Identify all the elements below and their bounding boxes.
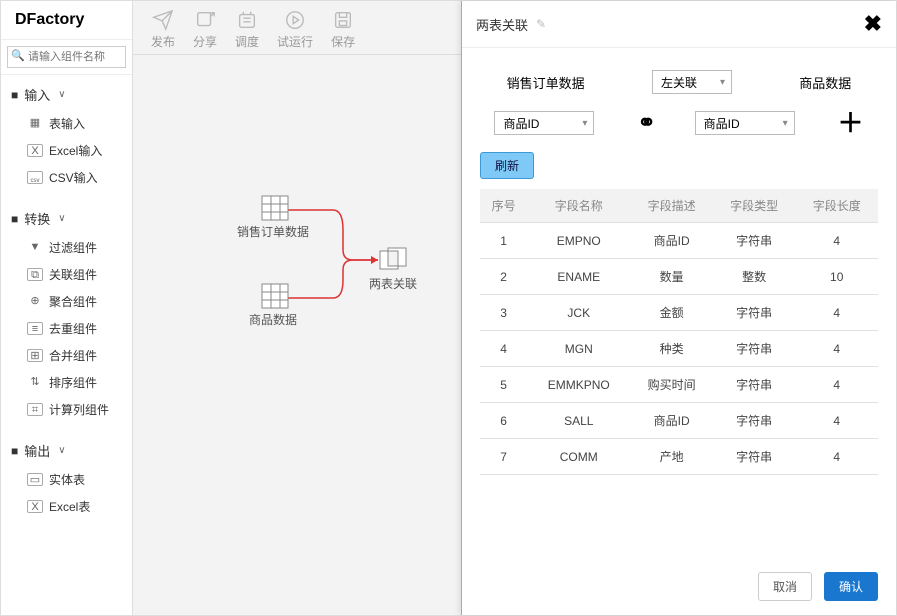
- agg-icon: ⊕: [27, 295, 43, 308]
- share-button[interactable]: 分享: [193, 9, 217, 50]
- union-icon: ⊞: [27, 349, 43, 362]
- chevron-down-icon: ∨: [58, 89, 65, 100]
- excel-icon: X: [27, 500, 43, 513]
- grid-icon: ▦: [27, 117, 43, 130]
- csv-icon: csv: [27, 171, 43, 184]
- table-row[interactable]: 7COMM产地字符串4: [480, 439, 878, 475]
- group-output[interactable]: ■ 输出 ∨: [1, 435, 132, 466]
- ok-button[interactable]: 确认: [824, 572, 878, 601]
- save-button[interactable]: 保存: [331, 9, 355, 50]
- test-run-button[interactable]: 试运行: [277, 9, 313, 50]
- product-data-node[interactable]: [261, 283, 289, 309]
- dedup-icon: ≡: [27, 322, 43, 335]
- pencil-icon[interactable]: ✎: [536, 17, 546, 31]
- table-row[interactable]: 4MGN种类字符串4: [480, 331, 878, 367]
- excel-icon: X: [27, 144, 43, 157]
- funnel-icon: ▼: [27, 241, 43, 254]
- share-icon: [194, 9, 216, 31]
- table-row[interactable]: 3JCK金额字符串4: [480, 295, 878, 331]
- leaf-join[interactable]: ⧉关联组件: [1, 261, 132, 288]
- right-field-select[interactable]: 商品ID: [695, 111, 795, 135]
- cancel-button[interactable]: 取消: [758, 572, 812, 601]
- th-len: 字段长度: [795, 189, 878, 223]
- group-transform[interactable]: ■ 转换 ∨: [1, 203, 132, 234]
- leaf-agg[interactable]: ⊕聚合组件: [1, 288, 132, 315]
- sales-data-label: 销售订单数据: [233, 223, 313, 240]
- join-node-label: 两表关联: [353, 275, 433, 292]
- product-label: 商品数据: [799, 73, 851, 92]
- table-row[interactable]: 5EMMKPNO购买时间字符串4: [480, 367, 878, 403]
- save-icon: [332, 9, 354, 31]
- leaf-sort[interactable]: ⇅排序组件: [1, 369, 132, 396]
- leaf-calc[interactable]: ⌗计算列组件: [1, 396, 132, 423]
- th-desc: 字段描述: [630, 189, 713, 223]
- sales-label: 销售订单数据: [507, 73, 585, 92]
- sales-data-node[interactable]: [261, 195, 289, 221]
- add-mapping-button[interactable]: ＋: [838, 110, 864, 136]
- th-seq: 序号: [480, 189, 527, 223]
- panel-title: 两表关联: [476, 15, 528, 34]
- refresh-button[interactable]: 刷新: [480, 152, 534, 179]
- th-name: 字段名称: [527, 189, 630, 223]
- config-panel: 两表关联 ✎ ✖ 销售订单数据 左关联 商品数据 商品ID ⚭ 商品ID ＋ 刷…: [461, 1, 896, 615]
- leaf-dedup[interactable]: ≡去重组件: [1, 315, 132, 342]
- publish-button[interactable]: 发布: [151, 9, 175, 50]
- play-circle-icon: [284, 9, 306, 31]
- close-icon[interactable]: ✖: [864, 11, 882, 37]
- leaf-filter[interactable]: ▼过滤组件: [1, 234, 132, 261]
- brand: DFactory: [1, 1, 132, 40]
- table-row[interactable]: 1EMPNO商品ID字符串4: [480, 223, 878, 259]
- leaf-excel-output[interactable]: XExcel表: [1, 493, 132, 520]
- schedule-button[interactable]: 调度: [235, 9, 259, 50]
- sort-icon: ⇅: [27, 376, 43, 389]
- table-row[interactable]: 6SALL商品ID字符串4: [480, 403, 878, 439]
- table-row[interactable]: 2ENAME数量整数10: [480, 259, 878, 295]
- merge-icon: ⧉: [27, 268, 43, 281]
- folder-icon: ■: [11, 88, 18, 102]
- left-field-select[interactable]: 商品ID: [494, 111, 594, 135]
- leaf-union[interactable]: ⊞合并组件: [1, 342, 132, 369]
- toolbar: 发布 分享 调度 试运行 保存: [133, 1, 461, 55]
- th-type: 字段类型: [713, 189, 796, 223]
- leaf-csv-input[interactable]: csvCSV输入: [1, 164, 132, 191]
- folder-icon: ■: [11, 444, 18, 458]
- sidebar: DFactory 🔍 ■ 输入 ∨ ▦表输入 XExcel输入 csvCSV输入…: [1, 1, 133, 615]
- search-icon: 🔍: [11, 49, 25, 62]
- chevron-down-icon: ∨: [58, 445, 65, 456]
- calc-icon: ⌗: [27, 403, 43, 416]
- leaf-table-input[interactable]: ▦表输入: [1, 110, 132, 137]
- product-data-label: 商品数据: [233, 311, 313, 328]
- schedule-icon: [236, 9, 258, 31]
- paper-plane-icon: [152, 9, 174, 31]
- folder-icon: ■: [11, 212, 18, 226]
- join-node[interactable]: [379, 247, 407, 273]
- table-icon: ▭: [27, 473, 43, 486]
- canvas: 发布 分享 调度 试运行 保存: [133, 1, 461, 615]
- leaf-excel-input[interactable]: XExcel输入: [1, 137, 132, 164]
- group-input[interactable]: ■ 输入 ∨: [1, 79, 132, 110]
- link-icon: ⚭: [637, 110, 651, 136]
- join-type-select[interactable]: 左关联: [652, 70, 732, 94]
- chevron-down-icon: ∨: [58, 213, 65, 224]
- fields-table: 序号 字段名称 字段描述 字段类型 字段长度 1EMPNO商品ID字符串42EN…: [480, 189, 878, 475]
- leaf-entity-table[interactable]: ▭实体表: [1, 466, 132, 493]
